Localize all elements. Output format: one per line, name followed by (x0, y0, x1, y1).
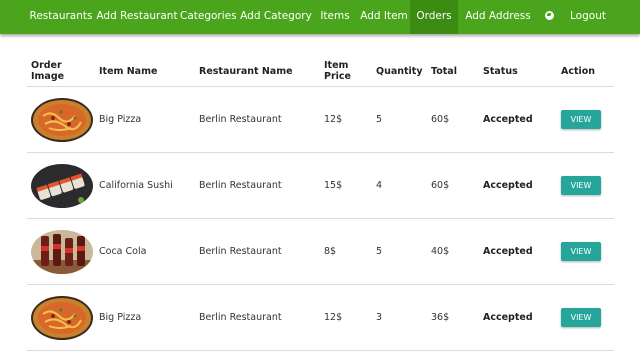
nav-add-address[interactable]: Add Address (462, 0, 534, 34)
item-name: Coca Cola (95, 218, 195, 285)
item-price: 12$ (320, 86, 372, 153)
cola-image (31, 229, 93, 274)
status: Accepted (479, 284, 557, 351)
nav-add-item[interactable]: Add Item (358, 0, 410, 34)
nav-add-category[interactable]: Add Category (240, 0, 312, 34)
quantity: 3 (372, 284, 427, 351)
header-status: Status (479, 56, 557, 87)
nav-logout[interactable]: Logout (568, 0, 608, 34)
globe-icon[interactable] (545, 11, 554, 20)
item-price: 8$ (320, 218, 372, 285)
header-restaurant-name: Restaurant Name (195, 56, 320, 87)
pizza-image (31, 295, 93, 340)
view-button[interactable]: VIEW (561, 110, 601, 129)
view-button[interactable]: VIEW (561, 308, 601, 327)
top-navbar: Restaurants Add Restaurant Categories Ad… (0, 0, 640, 34)
restaurant-name: Berlin Restaurant (195, 152, 320, 219)
status: Accepted (479, 152, 557, 219)
header-total: Total (427, 56, 479, 87)
item-price: 12$ (320, 284, 372, 351)
quantity: 5 (372, 86, 427, 153)
restaurant-name: Berlin Restaurant (195, 218, 320, 285)
table-header-row: Order Image Item Name Restaurant Name It… (27, 56, 614, 87)
view-button[interactable]: VIEW (561, 176, 601, 195)
status: Accepted (479, 86, 557, 153)
nav-add-restaurant[interactable]: Add Restaurant (96, 0, 178, 34)
table-row: California Sushi Berlin Restaurant 15$ 4… (27, 152, 614, 219)
header-item-name: Item Name (95, 56, 195, 87)
pizza-image (31, 97, 93, 142)
nav-restaurants[interactable]: Restaurants (28, 0, 94, 34)
quantity: 5 (372, 218, 427, 285)
table-row: Coca Cola Berlin Restaurant 8$ 5 40$ Acc… (27, 218, 614, 285)
nav-items[interactable]: Items (316, 0, 354, 34)
table-row: Big Pizza Berlin Restaurant 12$ 3 36$ Ac… (27, 284, 614, 351)
total: 40$ (427, 218, 479, 285)
item-price: 15$ (320, 152, 372, 219)
orders-table: Order Image Item Name Restaurant Name It… (27, 56, 614, 351)
restaurant-name: Berlin Restaurant (195, 86, 320, 153)
item-name: Big Pizza (95, 284, 195, 351)
header-item-price: Item Price (320, 56, 372, 87)
nav-categories[interactable]: Categories (180, 0, 237, 34)
total: 60$ (427, 86, 479, 153)
total: 60$ (427, 152, 479, 219)
view-button[interactable]: VIEW (561, 242, 601, 261)
status: Accepted (479, 218, 557, 285)
nav-orders[interactable]: Orders (410, 0, 458, 34)
sushi-image (31, 163, 93, 208)
header-quantity: Quantity (372, 56, 427, 87)
quantity: 4 (372, 152, 427, 219)
item-name: California Sushi (95, 152, 195, 219)
total: 36$ (427, 284, 479, 351)
restaurant-name: Berlin Restaurant (195, 284, 320, 351)
header-order-image: Order Image (27, 56, 95, 87)
header-action: Action (557, 56, 614, 87)
table-row: Big Pizza Berlin Restaurant 12$ 5 60$ Ac… (27, 86, 614, 153)
item-name: Big Pizza (95, 86, 195, 153)
